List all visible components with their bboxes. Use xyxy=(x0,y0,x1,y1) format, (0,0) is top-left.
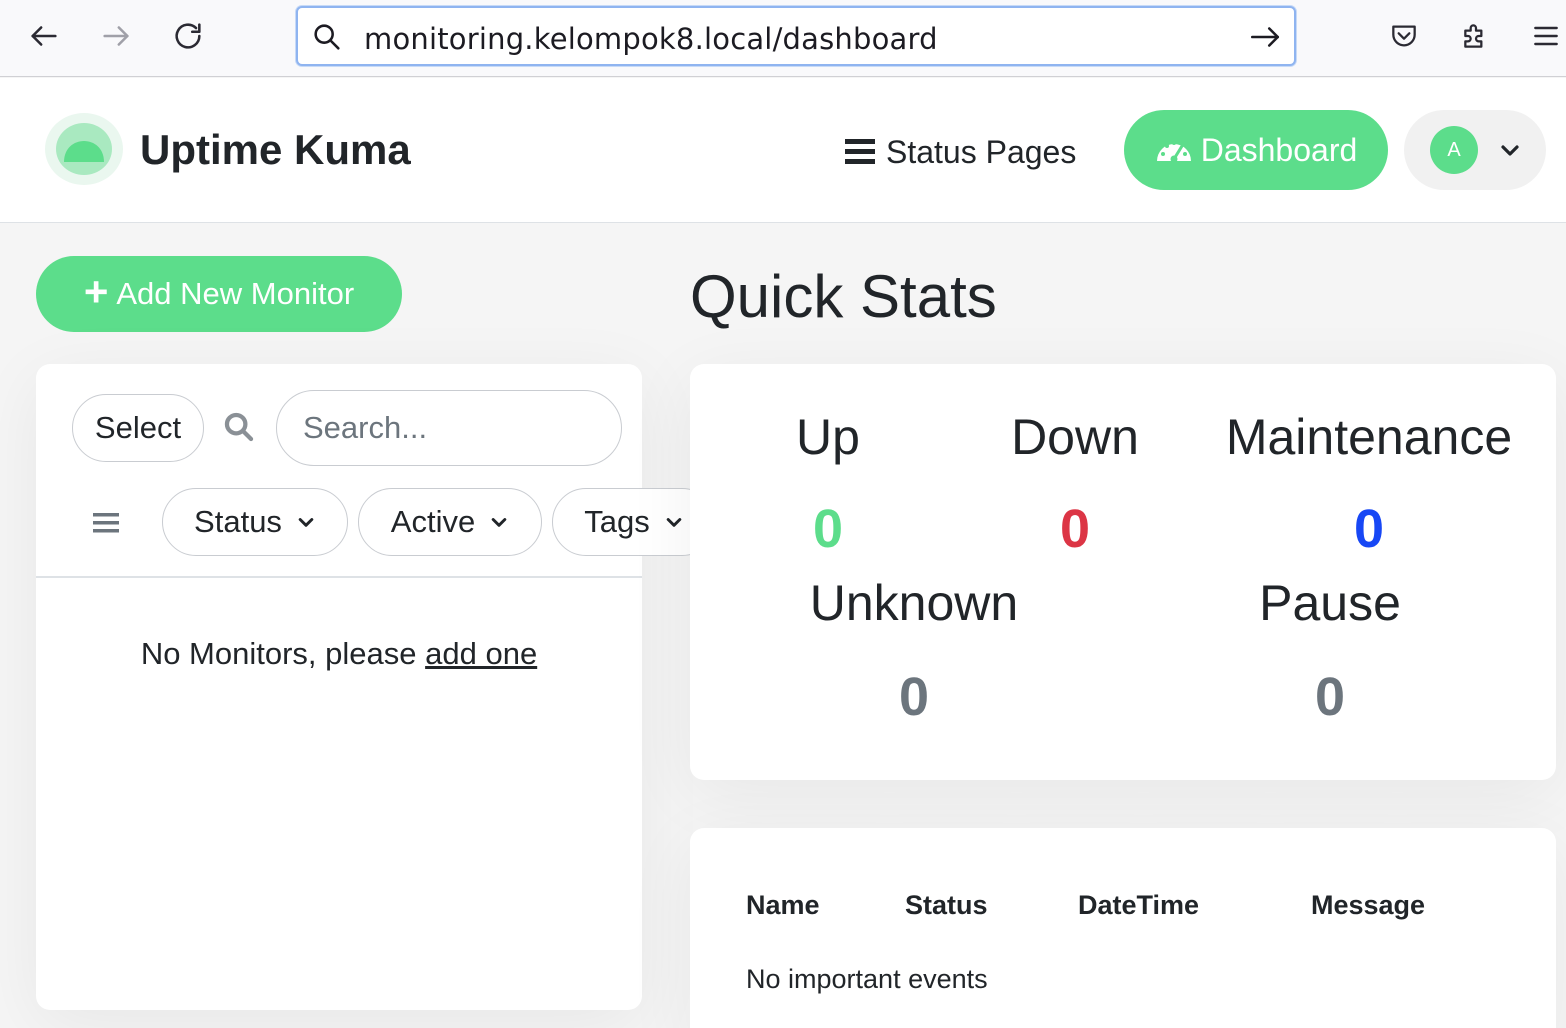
column-header-datetime[interactable]: DateTime xyxy=(1078,890,1199,921)
add-new-monitor-button[interactable]: + Add New Monitor xyxy=(36,256,402,332)
pocket-button[interactable] xyxy=(1384,16,1424,56)
logo-icon xyxy=(45,113,123,185)
chevron-down-icon xyxy=(298,518,314,527)
go-arrow-icon[interactable] xyxy=(1248,20,1282,54)
browser-toolbar: monitoring.kelompok8.local/dashboard xyxy=(0,0,1566,77)
down-count: 0 xyxy=(1059,499,1091,559)
pause-count: 0 xyxy=(1314,667,1346,727)
no-monitors-message: No Monitors, please add one xyxy=(36,636,642,672)
profile-dropdown[interactable]: A xyxy=(1404,110,1546,190)
chevron-down-icon xyxy=(666,518,682,527)
maintenance-count: 0 xyxy=(1353,499,1385,559)
column-header-message[interactable]: Message xyxy=(1311,890,1425,921)
uptime-kuma-logo[interactable] xyxy=(44,112,124,186)
search-input[interactable] xyxy=(276,390,622,466)
tachometer-icon xyxy=(1156,141,1191,163)
column-header-name[interactable]: Name xyxy=(746,890,820,921)
puzzle-icon xyxy=(1464,24,1483,48)
plus-icon: + xyxy=(83,268,109,315)
add-one-link[interactable]: add one xyxy=(425,636,537,671)
url-text[interactable]: monitoring.kelompok8.local/dashboard xyxy=(364,22,938,56)
url-bar[interactable]: monitoring.kelompok8.local/dashboard xyxy=(296,6,1296,66)
app-title[interactable]: Uptime Kuma xyxy=(140,126,411,174)
up-count: 0 xyxy=(812,499,844,559)
active-filter-label: Active xyxy=(390,504,476,539)
extensions-button[interactable] xyxy=(1456,16,1496,56)
divider xyxy=(36,576,642,578)
arrow-left-icon xyxy=(31,26,57,46)
filter-menu-icon[interactable] xyxy=(92,510,120,536)
reload-button[interactable] xyxy=(166,14,210,58)
unknown-label: Unknown xyxy=(809,575,1019,631)
avatar: A xyxy=(1430,126,1478,174)
quick-stats-title: Quick Stats xyxy=(690,263,997,330)
app-header: Uptime Kuma Status Pages Dashboard A xyxy=(0,78,1566,223)
tags-filter-label: Tags xyxy=(584,504,650,539)
forward-button[interactable] xyxy=(94,14,138,58)
hamburger-menu-icon xyxy=(1534,26,1558,46)
monitor-list-panel: Select Status Active Tags No Monitors, p… xyxy=(36,364,716,1010)
search-icon xyxy=(314,24,340,50)
menu-button[interactable] xyxy=(1526,16,1566,56)
no-monitors-text: No Monitors, please xyxy=(140,636,417,671)
quick-stats-panel: Up Down Maintenance 0 0 0 Unknown Pause … xyxy=(690,364,1556,780)
status-pages-label: Status Pages xyxy=(886,133,1077,170)
dashboard-label: Dashboard xyxy=(1200,131,1358,168)
column-header-status[interactable]: Status xyxy=(905,890,988,921)
active-filter[interactable]: Active xyxy=(358,488,542,556)
down-label: Down xyxy=(1011,409,1139,465)
search-icon xyxy=(224,412,254,442)
status-pages-link[interactable]: Status Pages xyxy=(844,130,1076,174)
status-filter[interactable]: Status xyxy=(162,488,348,556)
important-events-panel: Name Status DateTime Message No importan… xyxy=(690,828,1556,1028)
status-filter-label: Status xyxy=(194,504,282,539)
select-button[interactable]: Select xyxy=(72,394,204,462)
list-icon xyxy=(845,139,875,164)
pause-label: Pause xyxy=(1259,575,1401,631)
maintenance-label: Maintenance xyxy=(1225,409,1513,465)
pocket-icon xyxy=(1392,25,1416,47)
no-events-message: No important events xyxy=(746,964,988,994)
chevron-down-icon xyxy=(1501,145,1519,156)
up-label: Up xyxy=(796,409,860,465)
reload-icon xyxy=(175,23,201,49)
back-button[interactable] xyxy=(22,14,66,58)
chevron-down-icon xyxy=(491,518,507,527)
unknown-count: 0 xyxy=(898,667,930,727)
arrow-right-icon xyxy=(103,26,129,46)
add-new-monitor-label: Add New Monitor xyxy=(116,276,355,311)
dashboard-button[interactable]: Dashboard xyxy=(1124,110,1388,190)
